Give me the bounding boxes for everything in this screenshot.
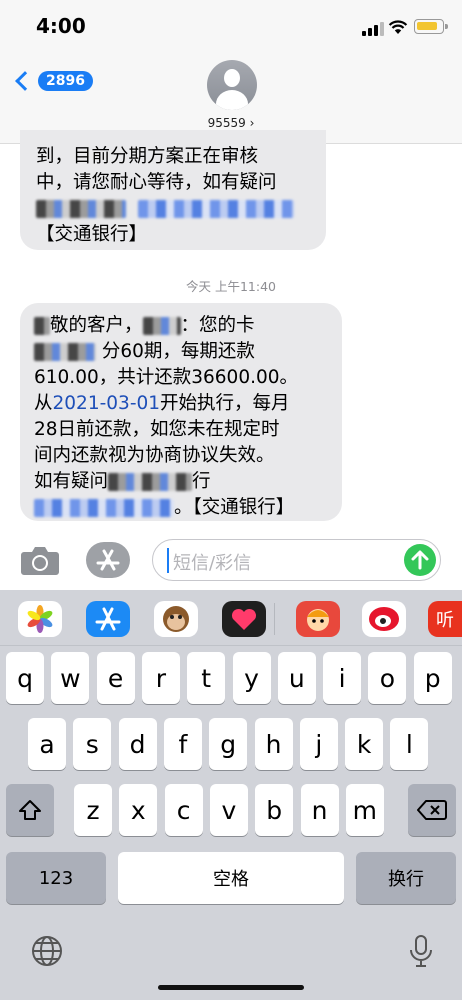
shift-key[interactable] — [6, 784, 54, 836]
text-caret — [167, 548, 169, 573]
battery-icon — [414, 19, 448, 34]
key-y[interactable]: y — [232, 652, 271, 704]
status-time: 4:00 — [36, 14, 86, 38]
status-bar: 4:00 — [0, 0, 462, 52]
message-line: 610.00，共计还款36600.00。 — [34, 367, 299, 388]
message-line: 。【交通银行】 — [34, 495, 328, 521]
message-line: 【交通银行】 — [36, 224, 148, 245]
photos-app-icon[interactable] — [18, 601, 62, 637]
app-strip-divider — [274, 603, 275, 635]
chevron-left-icon — [15, 71, 35, 91]
key-d[interactable]: d — [118, 718, 157, 770]
weibo-app-icon[interactable] — [362, 601, 406, 637]
numbers-key[interactable]: 123 — [6, 852, 106, 904]
key-v[interactable]: v — [209, 784, 248, 836]
redacted-link[interactable] — [34, 499, 174, 517]
message-line: 敬的客户， ：您的卡 — [34, 313, 328, 339]
app-store-button[interactable] — [86, 542, 130, 578]
key-e[interactable]: e — [96, 652, 135, 704]
contact-avatar[interactable] — [207, 60, 257, 110]
camera-icon[interactable] — [20, 544, 60, 576]
home-indicator — [158, 985, 304, 990]
key-p[interactable]: p — [413, 652, 452, 704]
key-u[interactable]: u — [277, 652, 316, 704]
key-o[interactable]: o — [368, 652, 407, 704]
globe-icon[interactable] — [30, 934, 64, 968]
key-c[interactable]: c — [164, 784, 203, 836]
key-k[interactable]: k — [345, 718, 384, 770]
backspace-icon — [417, 800, 447, 820]
microphone-icon[interactable] — [408, 934, 434, 968]
sticker-app-icon[interactable] — [296, 601, 340, 637]
key-a[interactable]: a — [28, 718, 66, 770]
redacted-text — [34, 343, 96, 361]
key-q[interactable]: q — [6, 652, 44, 704]
message-line: 如有疑问行 — [34, 471, 211, 492]
arrow-up-icon — [411, 550, 429, 570]
return-key[interactable]: 换行 — [356, 852, 456, 904]
redacted-text — [142, 317, 181, 335]
digital-touch-icon[interactable] — [222, 601, 266, 637]
message-bubble-earlier[interactable]: 到，目前分期方案正在审核 中，请您耐心等待，如有疑问 【交通银行】 — [20, 130, 326, 250]
redacted-text — [108, 473, 193, 491]
contact-number[interactable]: 95559 › — [0, 116, 462, 130]
key-j[interactable]: j — [299, 718, 338, 770]
svg-text:听: 听 — [436, 610, 454, 631]
redacted-text — [34, 317, 50, 335]
delete-key[interactable] — [408, 784, 456, 836]
key-b[interactable]: b — [255, 784, 294, 836]
input-placeholder: 短信/彩信 — [173, 553, 252, 574]
date-link[interactable]: 2021-03-01 — [53, 393, 161, 414]
key-z[interactable]: z — [74, 784, 112, 836]
message-line — [36, 196, 310, 222]
key-g[interactable]: g — [209, 718, 248, 770]
key-w[interactable]: w — [51, 652, 90, 704]
key-t[interactable]: t — [187, 652, 226, 704]
message-line: 间内还款视为协商协议失效。 — [34, 445, 275, 466]
shift-icon — [19, 800, 41, 820]
message-timestamp: 今天 上午11:40 — [186, 279, 276, 294]
redacted-link — [137, 200, 294, 218]
message-line: 中，请您耐心等待，如有疑问 — [36, 172, 277, 193]
space-key[interactable]: 空格 — [118, 852, 344, 904]
key-m[interactable]: m — [345, 784, 384, 836]
message-line: 分60期，每期还款 — [34, 339, 328, 365]
message-input[interactable]: 短信/彩信 — [152, 539, 441, 581]
app-store-icon — [96, 549, 120, 571]
key-n[interactable]: n — [300, 784, 339, 836]
music-app-icon[interactable]: 听 — [428, 601, 462, 637]
key-x[interactable]: x — [119, 784, 158, 836]
cellular-signal-icon — [362, 22, 384, 36]
unread-count-badge: 2896 — [38, 71, 93, 91]
message-line: 28日前还款，如您未在规定时 — [34, 419, 280, 440]
message-line: 从2021-03-01开始执行，每月 — [34, 393, 290, 414]
message-bubble-latest[interactable]: 敬的客户， ：您的卡 分60期，每期还款 610.00，共计还款36600.00。… — [20, 303, 342, 521]
key-s[interactable]: s — [73, 718, 112, 770]
key-i[interactable]: i — [323, 652, 362, 704]
key-f[interactable]: f — [163, 718, 202, 770]
redacted-text — [36, 200, 126, 218]
key-r[interactable]: r — [141, 652, 180, 704]
app-store-app-icon[interactable] — [86, 601, 130, 637]
key-h[interactable]: h — [254, 718, 293, 770]
send-button[interactable] — [404, 544, 436, 576]
message-line: 到，目前分期方案正在审核 — [36, 146, 259, 167]
animoji-monkey-icon[interactable] — [154, 601, 198, 637]
back-button[interactable]: 2896 — [10, 66, 93, 96]
wifi-icon — [388, 20, 408, 34]
key-l[interactable]: l — [390, 718, 429, 770]
